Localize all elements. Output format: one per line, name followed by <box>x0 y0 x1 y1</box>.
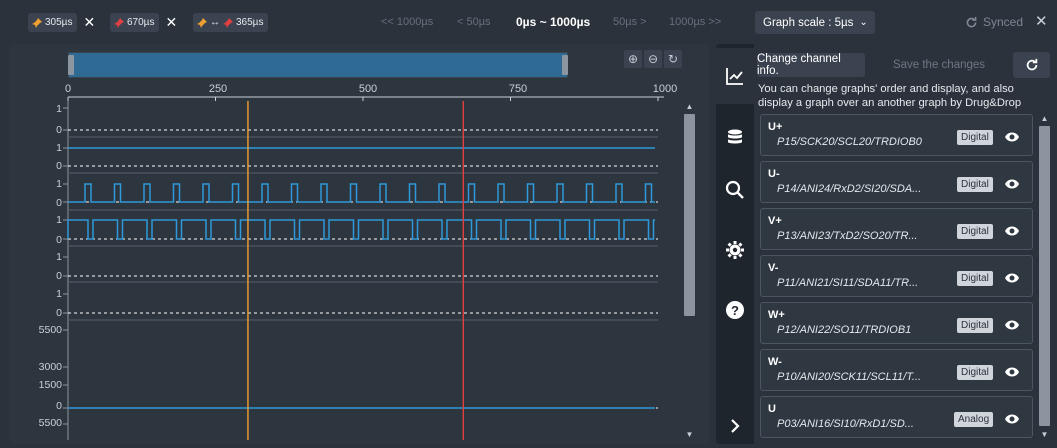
channel-card[interactable]: U+ P15/SCK20/SCL20/TRDIOB0 Digital <box>760 114 1033 156</box>
channel-name: U <box>768 403 776 415</box>
channel-pins: P10/ANI20/SCK11/SCL11/T... <box>777 371 922 383</box>
channel-name: U- <box>768 168 780 180</box>
save-changes-button[interactable]: Save the changes <box>872 53 1006 77</box>
channel-name: W+ <box>768 309 785 321</box>
channel-name: V- <box>768 262 779 274</box>
channel-name: V+ <box>768 215 782 227</box>
channel-type-badge[interactable]: Digital <box>957 130 993 145</box>
reset-button[interactable] <box>1013 52 1050 78</box>
channel-card[interactable]: V+ P13/ANI23/TxD2/SO20/TR... Digital <box>760 208 1033 250</box>
side-tabs: ? <box>716 44 754 444</box>
tab-data[interactable] <box>716 110 754 166</box>
scroll-up-icon[interactable]: ▲ <box>1039 114 1050 124</box>
chevron-right-icon <box>731 419 740 433</box>
svg-text:?: ? <box>731 303 739 318</box>
scroll-up-icon[interactable]: ▲ <box>684 102 695 112</box>
channel-card[interactable]: W- P10/ANI20/SCK11/SCL11/T... Digital <box>760 349 1033 391</box>
eye-icon[interactable] <box>1004 224 1020 238</box>
eye-icon[interactable] <box>1004 365 1020 379</box>
channel-type-badge[interactable]: Digital <box>957 224 993 239</box>
channel-pins: P15/SCK20/SCL20/TRDIOB0 <box>777 136 922 148</box>
scroll-down-icon[interactable]: ▼ <box>1039 430 1050 440</box>
channel-card[interactable]: U- P14/ANI24/RxD2/SI20/SDA... Digital <box>760 161 1033 203</box>
collapse-panel-button[interactable] <box>716 408 754 444</box>
scroll-thumb[interactable] <box>684 114 695 316</box>
tab-settings[interactable] <box>716 222 754 278</box>
channel-card[interactable]: W+ P12/ANI22/SO11/TRDIOB1 Digital <box>760 302 1033 344</box>
scroll-down-icon[interactable]: ▼ <box>684 430 695 440</box>
channel-pins: P13/ANI23/TxD2/SO20/TR... <box>777 230 918 242</box>
channel-list-scrollbar[interactable]: ▲ ▼ <box>1038 114 1051 440</box>
signal-traces <box>67 147 655 409</box>
search-icon <box>725 180 744 199</box>
trace-v-plus <box>67 219 655 240</box>
database-icon <box>728 129 742 144</box>
gear-icon <box>726 241 744 259</box>
tab-help[interactable]: ? <box>716 282 754 338</box>
tab-search[interactable] <box>716 162 754 218</box>
channel-type-badge[interactable]: Digital <box>957 318 993 333</box>
eye-icon[interactable] <box>1004 130 1020 144</box>
graph-scrollbar[interactable]: ▲ ▼ <box>683 102 696 440</box>
change-channel-info-button[interactable]: Change channel info. <box>757 53 865 77</box>
channel-pins: P11/ANI21/SI11/SDA11/TR... <box>777 277 919 289</box>
channel-card[interactable]: V- P11/ANI21/SI11/SDA11/TR... Digital <box>760 255 1033 297</box>
channel-card[interactable]: U P03/ANI16/SI10/RxD1/SD... Analog <box>760 396 1033 438</box>
channel-type-badge[interactable]: Digital <box>957 177 993 192</box>
drag-drop-hint: You can change graphs' order and display… <box>758 83 1022 109</box>
scroll-thumb[interactable] <box>1039 126 1050 426</box>
channel-name: U+ <box>768 121 783 133</box>
channel-pins: P14/ANI24/RxD2/SI20/SDA... <box>777 183 922 195</box>
line-chart-icon <box>726 68 743 85</box>
eye-icon[interactable] <box>1004 412 1020 426</box>
tab-graph[interactable] <box>716 48 754 104</box>
channel-name: W- <box>768 356 782 368</box>
eye-icon[interactable] <box>1004 318 1020 332</box>
help-icon: ? <box>726 301 744 319</box>
channel-type-badge[interactable]: Analog <box>954 412 994 427</box>
reset-icon <box>1026 58 1037 71</box>
trace-u-minus <box>68 183 655 203</box>
channel-pins: P12/ANI22/SO11/TRDIOB1 <box>777 324 912 336</box>
cursor-lines[interactable] <box>247 101 464 440</box>
eye-icon[interactable] <box>1004 177 1020 191</box>
channel-type-badge[interactable]: Digital <box>957 271 993 286</box>
channel-pins: P03/ANI16/SI10/RxD1/SD... <box>777 418 914 430</box>
eye-icon[interactable] <box>1004 271 1020 285</box>
channel-type-badge[interactable]: Digital <box>957 365 993 380</box>
